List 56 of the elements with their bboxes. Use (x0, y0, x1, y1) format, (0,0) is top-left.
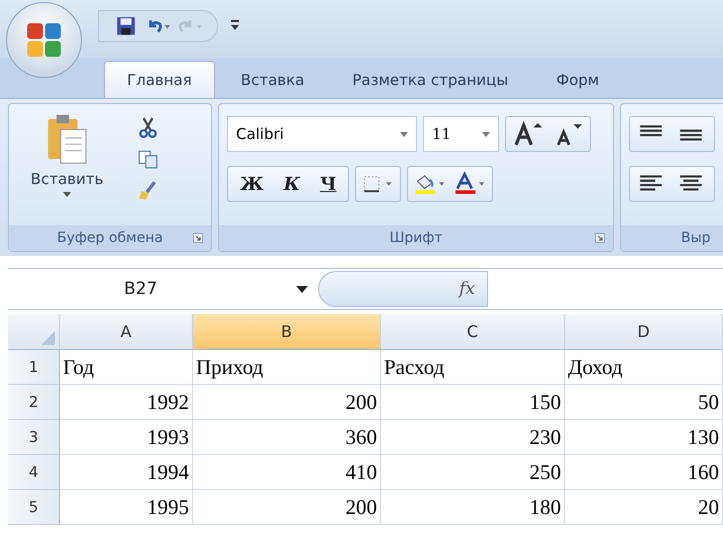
dropdown-arrow-icon (400, 132, 408, 136)
clipboard-icon (46, 112, 88, 166)
row-header[interactable]: 1 (8, 350, 60, 385)
table-cell: Год (60, 350, 193, 385)
font-name-field[interactable]: Calibri (226, 116, 417, 152)
copy-icon[interactable] (137, 148, 159, 170)
column-header[interactable]: C (381, 314, 565, 350)
customize-icon[interactable] (230, 18, 240, 32)
table-cell: 1994 (60, 455, 193, 490)
table-cell: 410 (193, 455, 381, 490)
table-cell: Доход (565, 350, 723, 385)
dropdown-arrow-icon (296, 286, 308, 292)
row-header[interactable]: 5 (8, 490, 60, 525)
table-cell: 160 (565, 455, 723, 490)
paste-button[interactable]: Вставить (17, 112, 117, 217)
underline-button[interactable]: Ч (312, 174, 344, 194)
table-cell: 150 (381, 385, 565, 420)
table-cell: 230 (381, 420, 565, 455)
ribbon-tab[interactable]: Разметка страницы (330, 62, 530, 98)
triangle-icon (41, 331, 55, 345)
table-cell: 360 (193, 420, 381, 455)
table-cell: 20 (565, 490, 723, 525)
row-header[interactable]: 3 (8, 420, 60, 455)
table-cell: 1992 (60, 385, 193, 420)
column-header[interactable]: D (565, 314, 723, 350)
table-cell: 130 (565, 420, 723, 455)
table-cell: Приход (193, 350, 381, 385)
table-cell: Расход (381, 350, 565, 385)
ribbon-tab[interactable]: Главная (104, 61, 215, 98)
function-button[interactable]: fx (318, 271, 488, 307)
ribbon-tab[interactable]: Форм (534, 62, 622, 98)
column-header[interactable]: B (193, 314, 381, 350)
column-header[interactable]: A (60, 314, 193, 350)
table-cell: 200 (193, 385, 381, 420)
group-label: Выр (681, 230, 711, 246)
table-cell: 50 (565, 385, 723, 420)
group-label: Шрифт (389, 230, 443, 246)
dialog-launcher-icon[interactable] (192, 233, 203, 243)
table-cell: 1995 (60, 490, 193, 525)
table-cell: 200 (193, 490, 381, 525)
name-box[interactable]: B27 (8, 270, 318, 308)
dropdown-arrow-icon (482, 132, 490, 136)
bold-button[interactable]: Ж (232, 174, 272, 194)
brush-icon[interactable] (137, 180, 159, 202)
dropdown-arrow-icon (63, 192, 71, 197)
italic-button[interactable]: К (276, 174, 308, 194)
ribbon-tab[interactable]: Вставка (218, 62, 326, 98)
group-label: Буфер обмена (57, 230, 163, 246)
row-header[interactable]: 2 (8, 385, 60, 420)
table-cell: 1993 (60, 420, 193, 455)
table-cell: 180 (381, 490, 565, 525)
row-header[interactable]: 4 (8, 455, 60, 490)
scissors-icon[interactable] (137, 116, 159, 138)
dialog-launcher-icon[interactable] (595, 233, 605, 243)
font-size-field[interactable]: 11 (422, 116, 499, 152)
table-cell: 250 (381, 455, 565, 490)
